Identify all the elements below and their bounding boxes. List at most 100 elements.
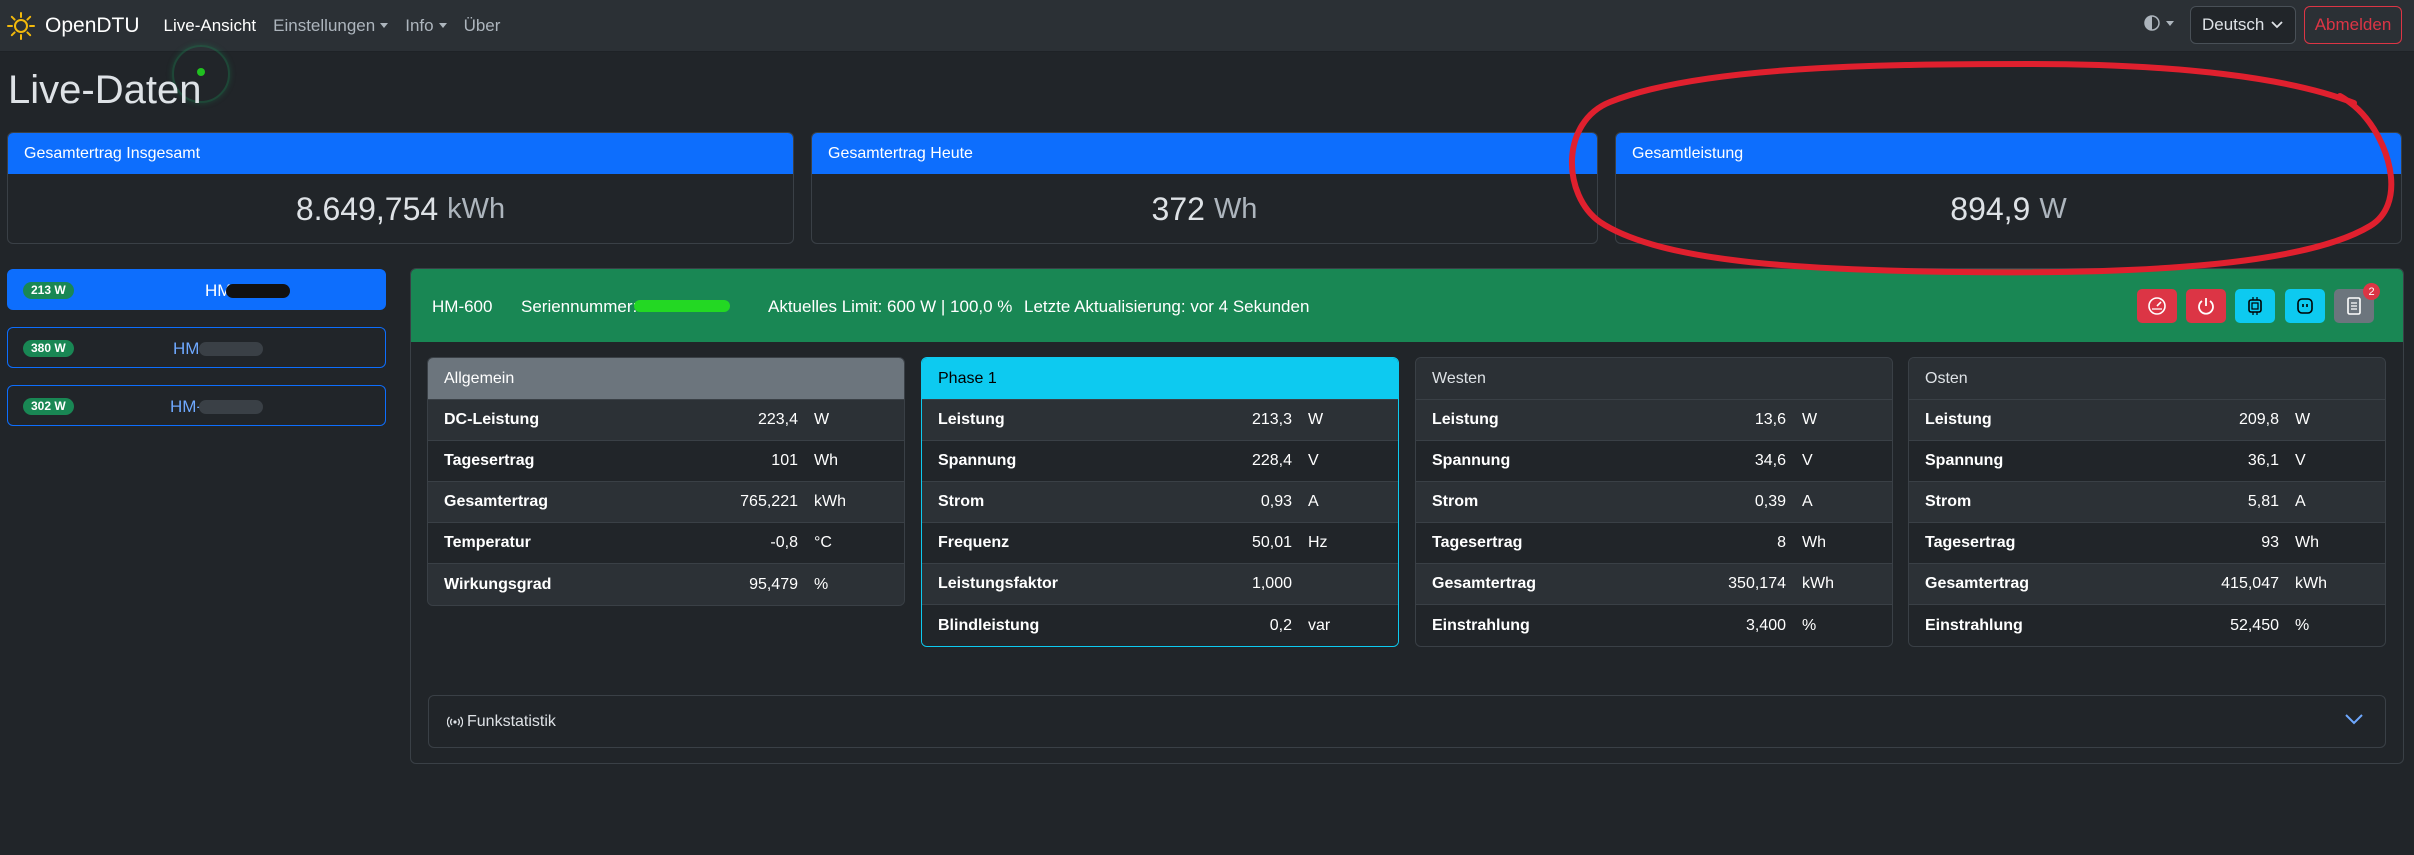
- row-value: 8: [1777, 534, 1786, 551]
- table-row: Blindleistung 0,2 var: [922, 605, 1398, 646]
- summary-card-today-yield: Gesamtertrag Heute 372 Wh: [811, 132, 1598, 244]
- table-row: Strom 0,39 A: [1416, 482, 1892, 523]
- table-row: Gesamtertrag 765,221 kWh: [428, 482, 904, 523]
- row-value: 36,1: [2247, 452, 2279, 469]
- summary-card-header: Gesamtertrag Insgesamt: [8, 133, 793, 174]
- table-row: Leistung 209,8 W: [1909, 400, 2385, 441]
- row-unit: kWh: [2295, 575, 2327, 592]
- table-row: Strom 5,81 A: [1909, 482, 2385, 523]
- notification-badge: 2: [2363, 283, 2380, 300]
- row-unit: V: [1308, 452, 1319, 469]
- brand[interactable]: OpenDTU: [6, 11, 140, 41]
- table-row: Tagesertrag 8 Wh: [1416, 523, 1892, 564]
- nav-info-label: Info: [405, 15, 434, 35]
- inverter-model: HM-600: [432, 297, 493, 316]
- contrast-icon: [2144, 15, 2160, 31]
- row-unit: W: [1308, 411, 1324, 428]
- row-unit: A: [1802, 493, 1813, 510]
- last-update: Letzte Aktualisierung: vor 4 Sekunden: [1024, 297, 1310, 316]
- table-row: Wirkungsgrad 95,479%: [428, 564, 904, 605]
- table-row: DC-Leistung 223,4 W: [428, 400, 904, 441]
- chevron-down-icon: [380, 23, 389, 28]
- row-label: Gesamtertrag: [1925, 575, 2030, 592]
- table-row: Einstrahlung 52,450%: [1909, 605, 2385, 646]
- row-unit: kWh: [1802, 575, 1834, 592]
- chevron-down-icon: [2166, 20, 2174, 26]
- table-row: Temperatur -0,8 °C: [428, 523, 904, 564]
- inverter-tab[interactable]: 302 W HM-: [7, 385, 386, 426]
- table-string-east: Osten Leistung 209,8 W Spannung 36,1 V Strom…: [1908, 357, 2386, 647]
- nav-settings-label: Einstellungen: [273, 15, 376, 35]
- chevron-down-icon: [2271, 21, 2283, 29]
- row-unit: °C: [814, 534, 832, 551]
- row-unit: Wh: [2295, 534, 2319, 551]
- inverter-tab[interactable]: 380 W HM-: [7, 327, 386, 368]
- summary-card-total-yield: Gesamtertrag Insgesamt 8.649,754 kWh: [7, 132, 794, 244]
- nav-live[interactable]: Live-Ansicht: [164, 16, 257, 36]
- language-value: Deutsch: [2202, 15, 2265, 34]
- table-title: Westen: [1416, 358, 1892, 400]
- row-unit: V: [1802, 452, 1813, 469]
- row-label: DC-Leistung: [444, 411, 540, 428]
- table-row: Tagesertrag 93 Wh: [1909, 523, 2385, 564]
- nav-settings-menu[interactable]: Einstellungen: [273, 15, 389, 36]
- table-row: Leistungsfaktor 1,000: [922, 564, 1398, 605]
- row-label: Einstrahlung: [1925, 616, 2023, 634]
- page-title: Live-Daten: [8, 68, 202, 112]
- table-row: Spannung 36,1 V: [1909, 441, 2385, 482]
- table-general: Allgemein DC-Leistung 223,4 W Tagesertrag 1…: [427, 357, 905, 606]
- row-label: Spannung: [938, 452, 1017, 469]
- row-unit: %: [1802, 616, 1817, 634]
- language-select[interactable]: Deutsch: [2190, 6, 2296, 44]
- row-label: Frequenz: [938, 534, 1010, 551]
- table-phase-1: Phase 1 Leistung 213,3 W Spannung 228,4 V St…: [921, 357, 1399, 647]
- inverter-tab[interactable]: 213 W HM-: [7, 269, 386, 310]
- row-unit: Hz: [1308, 534, 1328, 551]
- row-unit: Wh: [814, 452, 838, 469]
- row-value: 1,000: [1251, 575, 1292, 592]
- logout-button[interactable]: Abmelden: [2304, 6, 2402, 44]
- row-label: Leistungsfaktor: [938, 575, 1059, 592]
- row-value: 95,479: [749, 575, 798, 593]
- row-value: -0,8: [770, 534, 798, 551]
- event-log-button[interactable]: 2: [2334, 283, 2380, 323]
- table-string-west: Westen Leistung 13,6 W Spannung 34,6 V Strom…: [1415, 357, 1893, 647]
- inverter-detail-header: HM-600 Seriennummer: Aktuelles Limit: 60…: [411, 269, 2403, 342]
- row-label: Gesamtertrag: [444, 493, 549, 510]
- power-badge: 302 W: [23, 398, 74, 415]
- row-value: 13,6: [1754, 411, 1786, 428]
- grid-profile-button[interactable]: [2285, 289, 2325, 323]
- outlet-icon: [2297, 298, 2313, 314]
- speedometer-icon: [2148, 297, 2166, 315]
- row-value: 34,6: [1754, 452, 1786, 469]
- row-label: Wirkungsgrad: [444, 575, 552, 593]
- device-info-button[interactable]: [2235, 289, 2275, 323]
- table-row: Gesamtertrag 415,047 kWh: [1909, 564, 2385, 605]
- summary-value: 372: [1151, 191, 1205, 227]
- row-label: Strom: [1925, 493, 1972, 510]
- radio-stats-accordion[interactable]: Funkstatistik: [428, 695, 2386, 748]
- nav-about[interactable]: Über: [464, 16, 501, 36]
- theme-toggle[interactable]: [2143, 14, 2174, 32]
- row-label: Tagesertrag: [1925, 534, 2016, 551]
- table-row: Einstrahlung 3,400%: [1416, 605, 1892, 646]
- row-unit: W: [1802, 411, 1818, 428]
- radio-stats-label: Funkstatistik: [467, 712, 556, 730]
- table-title: Osten: [1909, 358, 2385, 400]
- summary-value: 894,9: [1950, 191, 2031, 227]
- table-row: Leistung 13,6 W: [1416, 400, 1892, 441]
- row-label: Leistung: [938, 411, 1005, 428]
- row-label: Einstrahlung: [1432, 616, 1530, 634]
- limit-settings-button[interactable]: [2137, 289, 2177, 323]
- table-row: Spannung 34,6 V: [1416, 441, 1892, 482]
- power-control-button[interactable]: [2186, 289, 2226, 323]
- summary-unit: Wh: [1213, 193, 1258, 225]
- nav-info-menu[interactable]: Info: [405, 15, 447, 36]
- row-unit: W: [814, 411, 830, 428]
- row-unit: var: [1308, 616, 1331, 634]
- row-value: 3,400: [1745, 616, 1786, 634]
- journal-icon: [2347, 297, 2361, 315]
- row-unit: A: [1308, 493, 1319, 510]
- cpu-icon: [2248, 297, 2262, 315]
- table-row: Tagesertrag 101 Wh: [428, 441, 904, 482]
